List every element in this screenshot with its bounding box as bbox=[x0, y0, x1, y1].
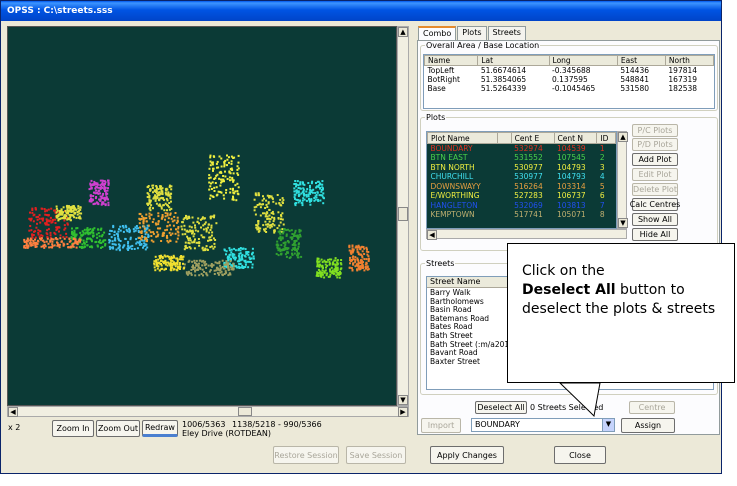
callout-prefix: Click on the bbox=[522, 263, 605, 279]
callout-box: Click on the Deselect All button to dese… bbox=[507, 243, 735, 383]
callout-bold: Deselect All bbox=[522, 282, 616, 298]
